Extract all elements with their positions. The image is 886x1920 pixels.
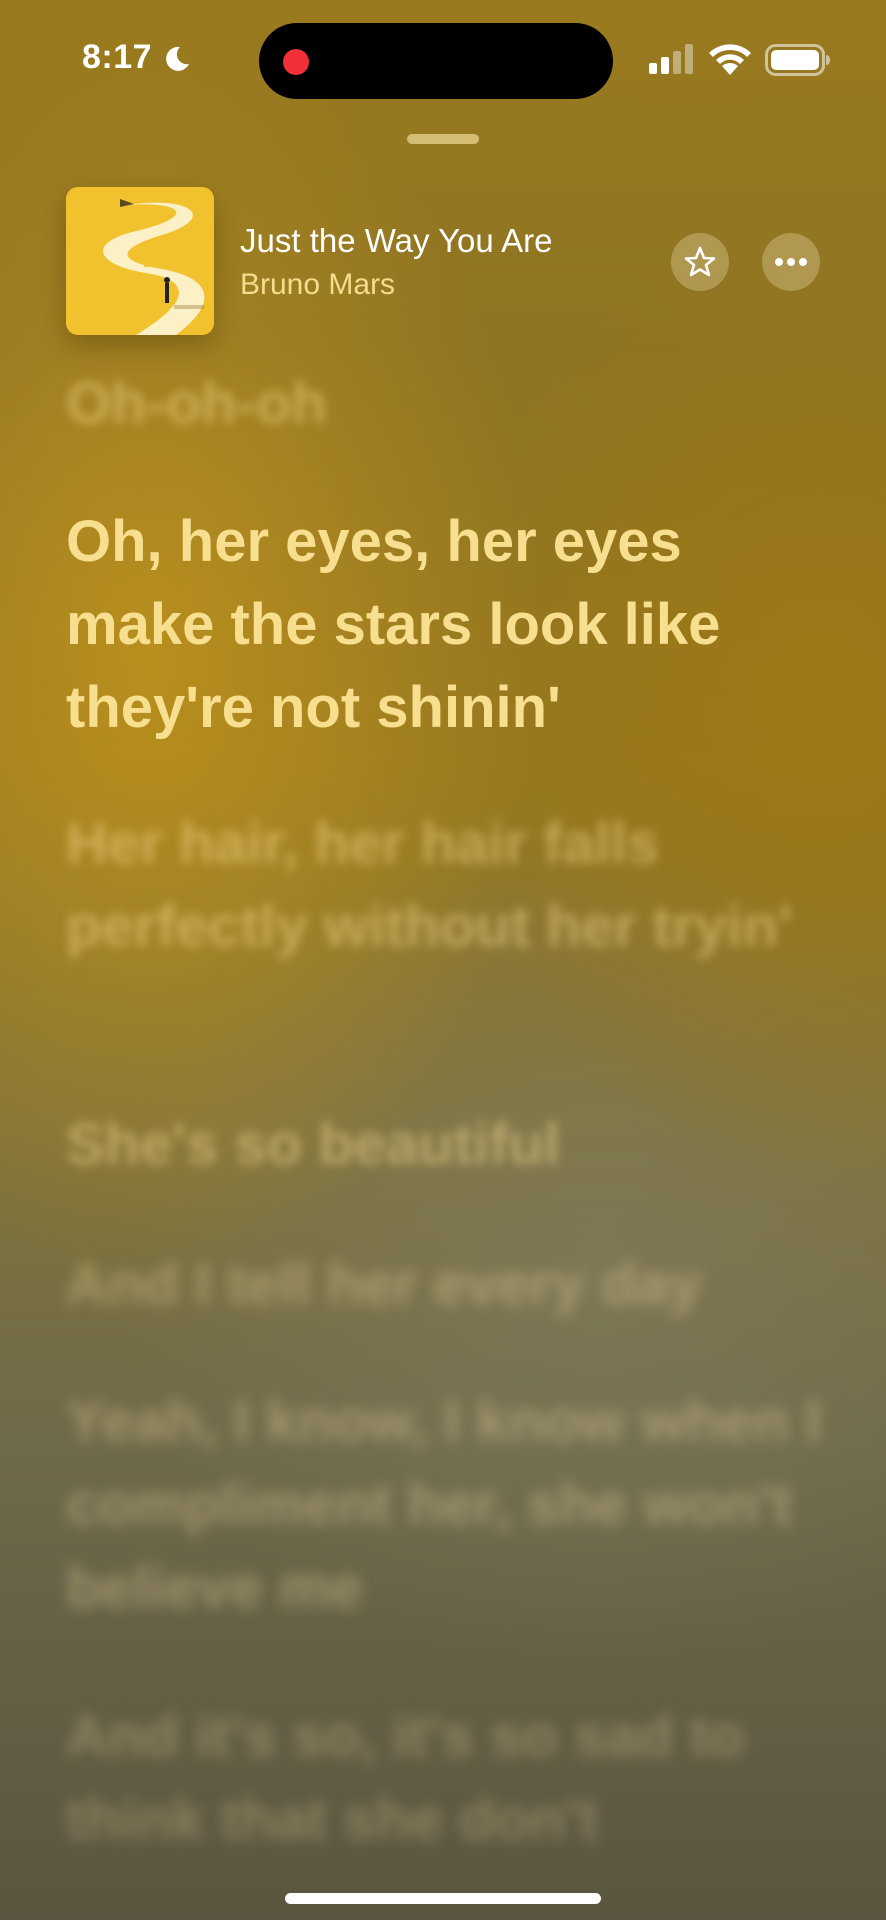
- recording-dot-icon: [283, 49, 309, 75]
- lyric-line[interactable]: Yeah, I know, I know when I compliment h…: [66, 1380, 826, 1629]
- more-button[interactable]: [762, 233, 820, 291]
- battery-icon: [765, 44, 830, 76]
- lyric-line-active[interactable]: Oh, her eyes, her eyes make the stars lo…: [66, 500, 826, 749]
- favorite-button[interactable]: [671, 233, 729, 291]
- lyric-line[interactable]: And I tell her every day: [66, 1243, 826, 1326]
- ellipsis-icon: [775, 258, 807, 266]
- dynamic-island[interactable]: [259, 23, 613, 99]
- lyric-line[interactable]: And it's so, it's so sad to think that s…: [66, 1695, 826, 1861]
- home-indicator[interactable]: [285, 1893, 601, 1904]
- album-artwork[interactable]: BRUNO MARS: [66, 187, 214, 335]
- moon-icon: [166, 46, 189, 71]
- song-title[interactable]: Just the Way You Are: [240, 222, 552, 260]
- cellular-signal-icon: [649, 44, 693, 74]
- star-icon: [684, 246, 716, 277]
- wifi-icon: [709, 44, 751, 75]
- status-bar: 8:17: [0, 0, 886, 120]
- lyric-line[interactable]: Her hair, her hair falls perfectly witho…: [66, 802, 826, 968]
- song-artist[interactable]: Bruno Mars: [240, 268, 395, 302]
- lyric-line[interactable]: Oh-oh-oh: [66, 362, 826, 445]
- status-time: 8:17: [82, 38, 153, 76]
- artwork-text: BRUNO MARS: [144, 259, 213, 270]
- sheet-grabber[interactable]: [407, 134, 479, 144]
- lyric-line[interactable]: She's so beautiful: [66, 1103, 826, 1186]
